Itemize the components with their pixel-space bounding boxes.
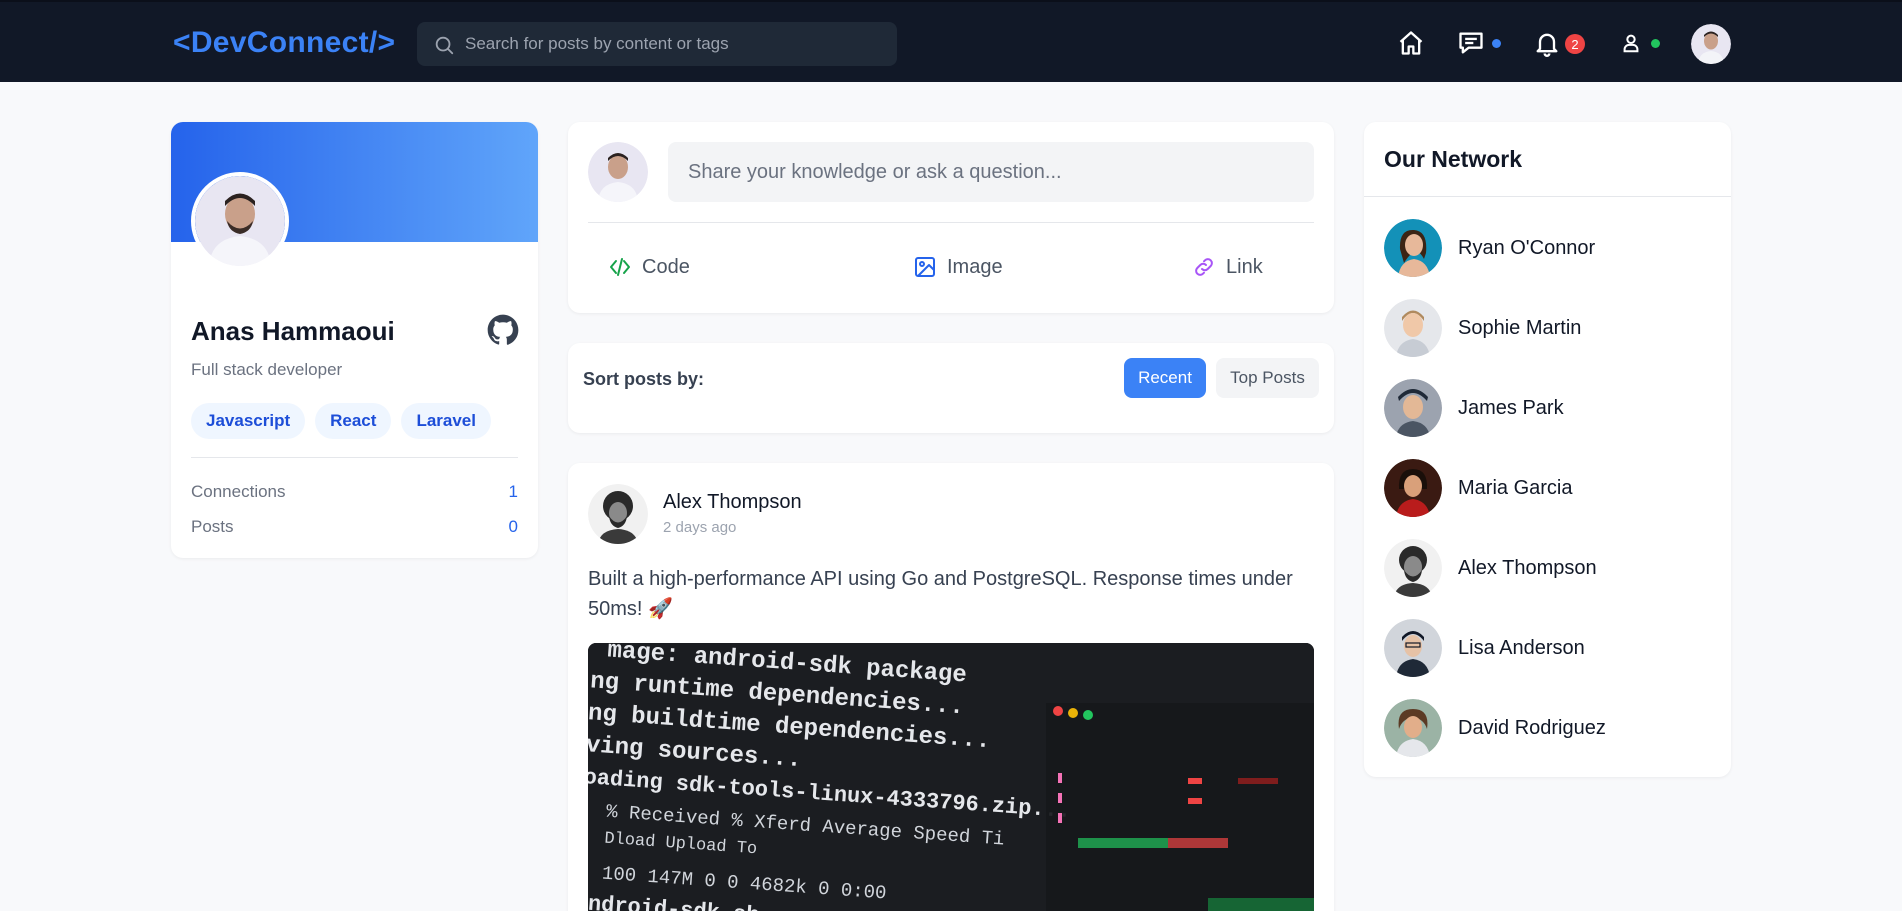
link-icon [1195, 258, 1213, 276]
connections-button[interactable] [1614, 26, 1648, 60]
online-status-dot [1651, 39, 1660, 48]
post-image[interactable]: mage: android-sdk package ng runtime dep… [588, 643, 1314, 911]
stat-label: Posts [191, 517, 234, 536]
skill-tag[interactable]: Javascript [191, 403, 306, 439]
member-avatar [1384, 699, 1442, 757]
post-composer: Code Image Link [568, 122, 1334, 313]
network-member[interactable]: Ryan O'Connor [1384, 218, 1714, 278]
member-name: Sophie Martin [1458, 316, 1582, 339]
profile-card: Anas Hammaoui Full stack developer Javas… [171, 122, 538, 558]
search-bar[interactable] [417, 22, 897, 66]
network-card: Our Network Ryan O'Connor Sophie Martin … [1364, 122, 1731, 777]
skill-tags: Javascript React Laravel [191, 403, 491, 439]
skill-tag[interactable]: Laravel [401, 403, 491, 439]
member-name: Lisa Anderson [1458, 636, 1585, 659]
terminal-screenshot: mage: android-sdk package ng runtime dep… [588, 643, 1314, 911]
stat-value: 1 [508, 482, 518, 501]
top-navbar: <DevConnect/> 2 [0, 0, 1902, 82]
network-title: Our Network [1384, 146, 1523, 172]
messages-button[interactable] [1454, 26, 1488, 60]
post-content: Built a high-performance API using Go an… [588, 568, 1293, 620]
code-label: Code [642, 255, 690, 278]
network-divider [1364, 196, 1731, 197]
stat-connections[interactable]: Connections 1 [191, 482, 518, 502]
profile-title: Full stack developer [191, 360, 343, 379]
notifications-button[interactable] [1530, 26, 1564, 60]
profile-avatar[interactable] [191, 172, 289, 270]
post-card: Alex Thompson 2 days ago Built a high-pe… [568, 463, 1334, 911]
member-avatar [1384, 379, 1442, 437]
image-label: Image [947, 255, 1003, 278]
app-logo[interactable]: <DevConnect/> [173, 26, 395, 60]
image-button[interactable]: Image [913, 255, 1003, 279]
network-member[interactable]: Lisa Anderson [1384, 618, 1714, 678]
post-author[interactable]: Alex Thompson [663, 491, 802, 514]
image-icon [915, 257, 935, 277]
network-member[interactable]: Sophie Martin [1384, 298, 1714, 358]
post-input[interactable] [668, 142, 1314, 202]
github-icon[interactable] [487, 314, 519, 346]
message-icon [1459, 32, 1483, 54]
user-avatar[interactable] [1691, 24, 1731, 64]
network-member[interactable]: James Park [1384, 378, 1714, 438]
member-name: James Park [1458, 396, 1564, 419]
network-member[interactable]: Maria Garcia [1384, 458, 1714, 518]
sort-recent-button[interactable]: Recent [1124, 358, 1206, 398]
member-avatar [1384, 299, 1442, 357]
member-avatar [1384, 459, 1442, 517]
link-label: Link [1226, 255, 1263, 278]
stat-posts[interactable]: Posts 0 [191, 517, 518, 537]
stat-label: Connections [191, 482, 286, 501]
link-button[interactable]: Link [1192, 255, 1263, 279]
sort-bar: Sort posts by: Recent Top Posts [568, 343, 1334, 433]
bell-icon [1536, 33, 1558, 57]
home-button[interactable] [1394, 26, 1428, 60]
code-button[interactable]: Code [608, 255, 690, 279]
member-name: David Rodriguez [1458, 716, 1606, 739]
network-member[interactable]: David Rodriguez [1384, 698, 1714, 758]
unread-messages-dot [1492, 39, 1501, 48]
search-icon [435, 36, 454, 55]
home-icon [1399, 31, 1423, 55]
member-name: Maria Garcia [1458, 476, 1573, 499]
user-icon [1623, 34, 1639, 53]
member-name: Alex Thompson [1458, 556, 1597, 579]
member-name: Ryan O'Connor [1458, 236, 1596, 259]
notifications-badge: 2 [1565, 34, 1585, 54]
profile-name: Anas Hammaoui [191, 316, 395, 346]
sort-top-posts-button[interactable]: Top Posts [1216, 358, 1319, 398]
post-author-avatar[interactable] [588, 484, 648, 544]
search-input[interactable] [465, 22, 885, 66]
member-avatar [1384, 619, 1442, 677]
composer-avatar [588, 142, 648, 202]
stat-value: 0 [508, 517, 518, 536]
code-icon [610, 258, 630, 276]
sort-label: Sort posts by: [583, 369, 705, 389]
post-timestamp: 2 days ago [663, 519, 737, 536]
member-avatar [1384, 219, 1442, 277]
profile-divider [191, 457, 518, 458]
composer-actions: Code Image Link [588, 222, 1314, 313]
network-member[interactable]: Alex Thompson [1384, 538, 1714, 598]
skill-tag[interactable]: React [315, 403, 392, 439]
member-avatar [1384, 539, 1442, 597]
